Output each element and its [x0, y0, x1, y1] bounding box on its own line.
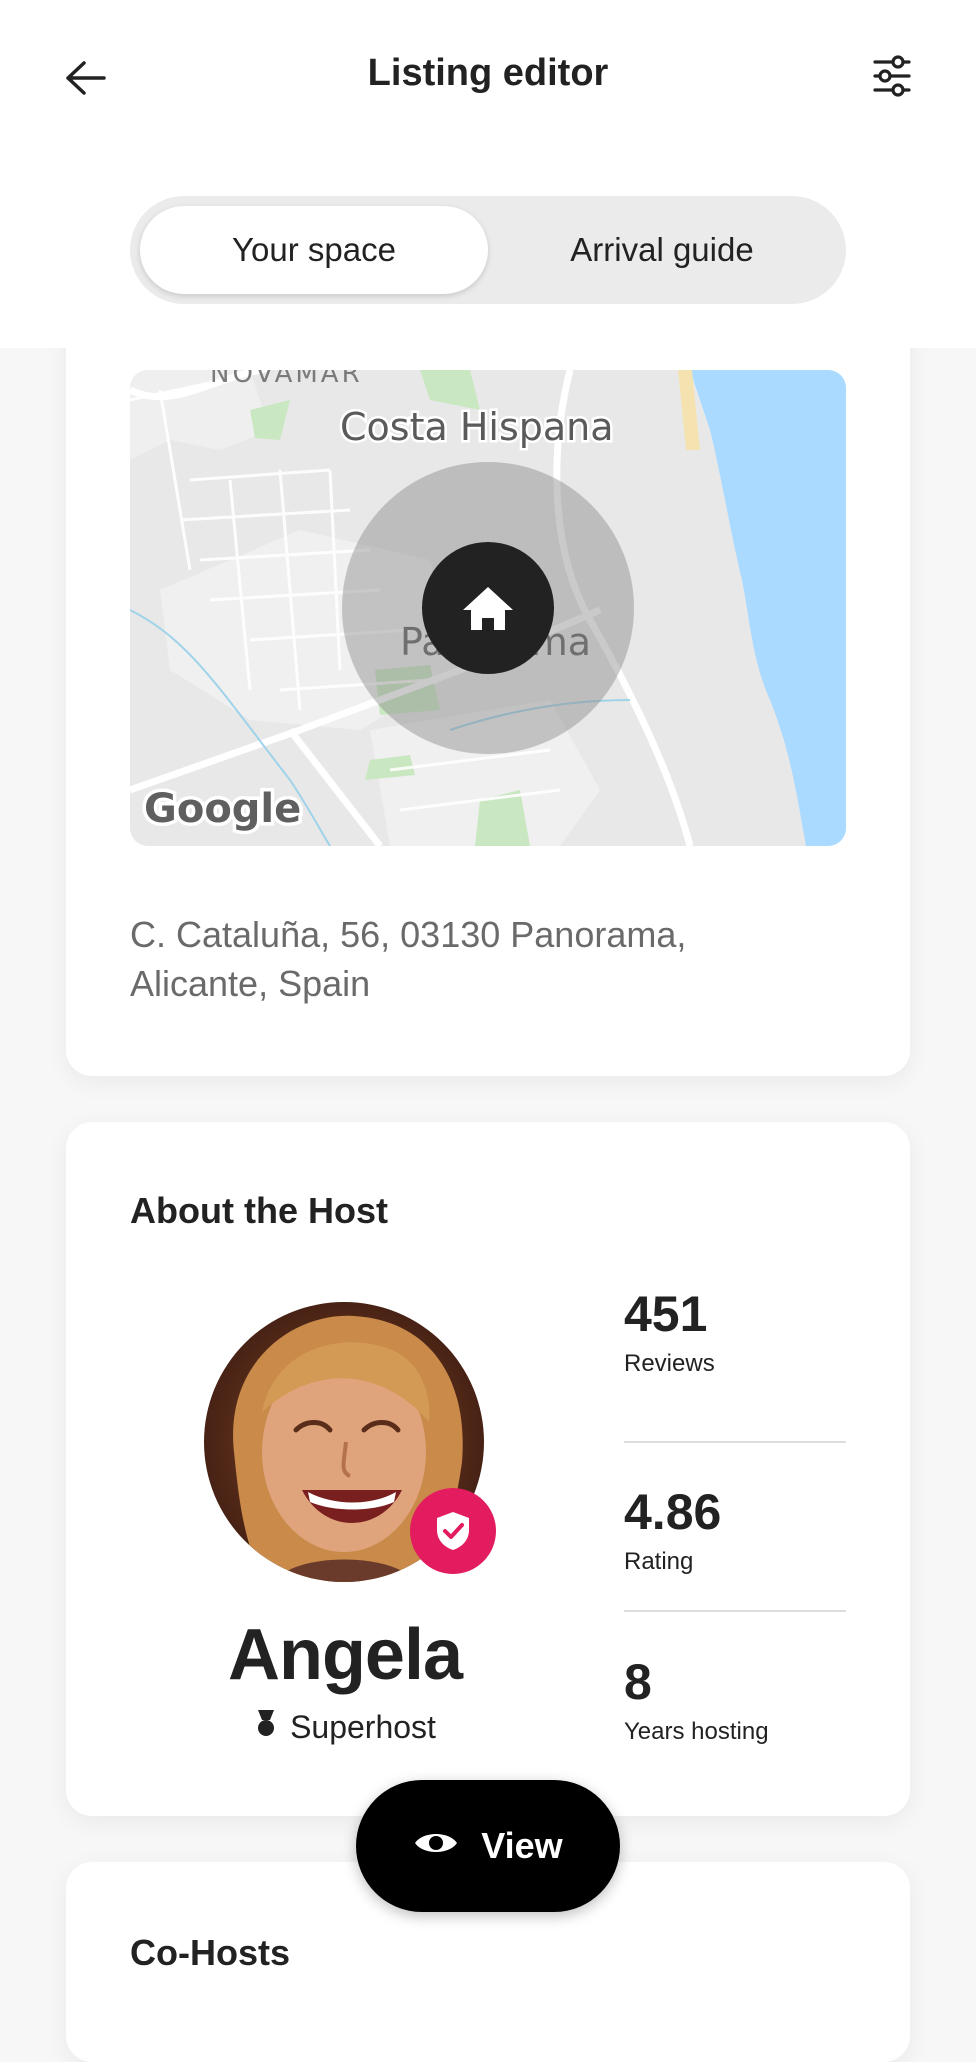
settings-button[interactable]: [860, 46, 924, 110]
location-map[interactable]: NOVAMAR Costa Hispana Panorama Google: [130, 370, 846, 846]
stat-years-value: 8: [624, 1654, 652, 1710]
google-logo: Google: [144, 786, 301, 832]
stat-reviews: 451 Reviews: [624, 1286, 846, 1378]
superhost-medal-icon: [254, 1708, 278, 1746]
tab-arrival-guide[interactable]: Arrival guide: [488, 206, 836, 294]
view-button-label: View: [481, 1825, 563, 1866]
view-button[interactable]: View: [356, 1780, 620, 1912]
stat-divider: [624, 1441, 846, 1443]
about-host-title: About the Host: [130, 1190, 388, 1231]
superhost-label: Superhost: [130, 1708, 560, 1746]
map-label-area: Costa Hispana: [340, 405, 614, 449]
map-graphic: NOVAMAR Costa Hispana Panorama Google: [130, 370, 846, 846]
stat-years-label: Years hosting: [624, 1718, 769, 1745]
page-title: Listing editor: [367, 52, 609, 94]
address-line-2: Alicante, Spain: [130, 963, 371, 1004]
stat-reviews-label: Reviews: [624, 1350, 715, 1377]
stat-years-hosting: 8 Years hosting: [624, 1654, 846, 1746]
tab-your-space[interactable]: Your space: [140, 206, 488, 294]
sliders-icon: [872, 54, 912, 103]
header: Listing editor Your space Arrival guide: [0, 0, 976, 348]
address-line-1: C. Cataluña, 56, 03130 Panorama,: [130, 914, 687, 955]
cohosts-title: Co-Hosts: [130, 1932, 290, 1973]
stat-rating: 4.86 Rating: [624, 1484, 846, 1576]
map-label-novamar: NOVAMAR: [210, 370, 363, 389]
stat-rating-label: Rating: [624, 1548, 694, 1575]
listing-address: C. Cataluña, 56, 03130 Panorama, Alicant…: [130, 910, 830, 1008]
stat-reviews-value: 451: [624, 1286, 708, 1342]
superhost-text: Superhost: [290, 1708, 436, 1745]
segmented-control: Your space Arrival guide: [130, 196, 846, 304]
eye-icon: [413, 1825, 459, 1867]
stat-rating-value: 4.86: [624, 1484, 722, 1540]
host-avatar-container[interactable]: [204, 1302, 496, 1582]
home-icon: [422, 542, 554, 674]
verified-shield-icon: [410, 1488, 496, 1574]
stat-divider: [624, 1610, 846, 1612]
host-name: Angela: [227, 1615, 463, 1695]
